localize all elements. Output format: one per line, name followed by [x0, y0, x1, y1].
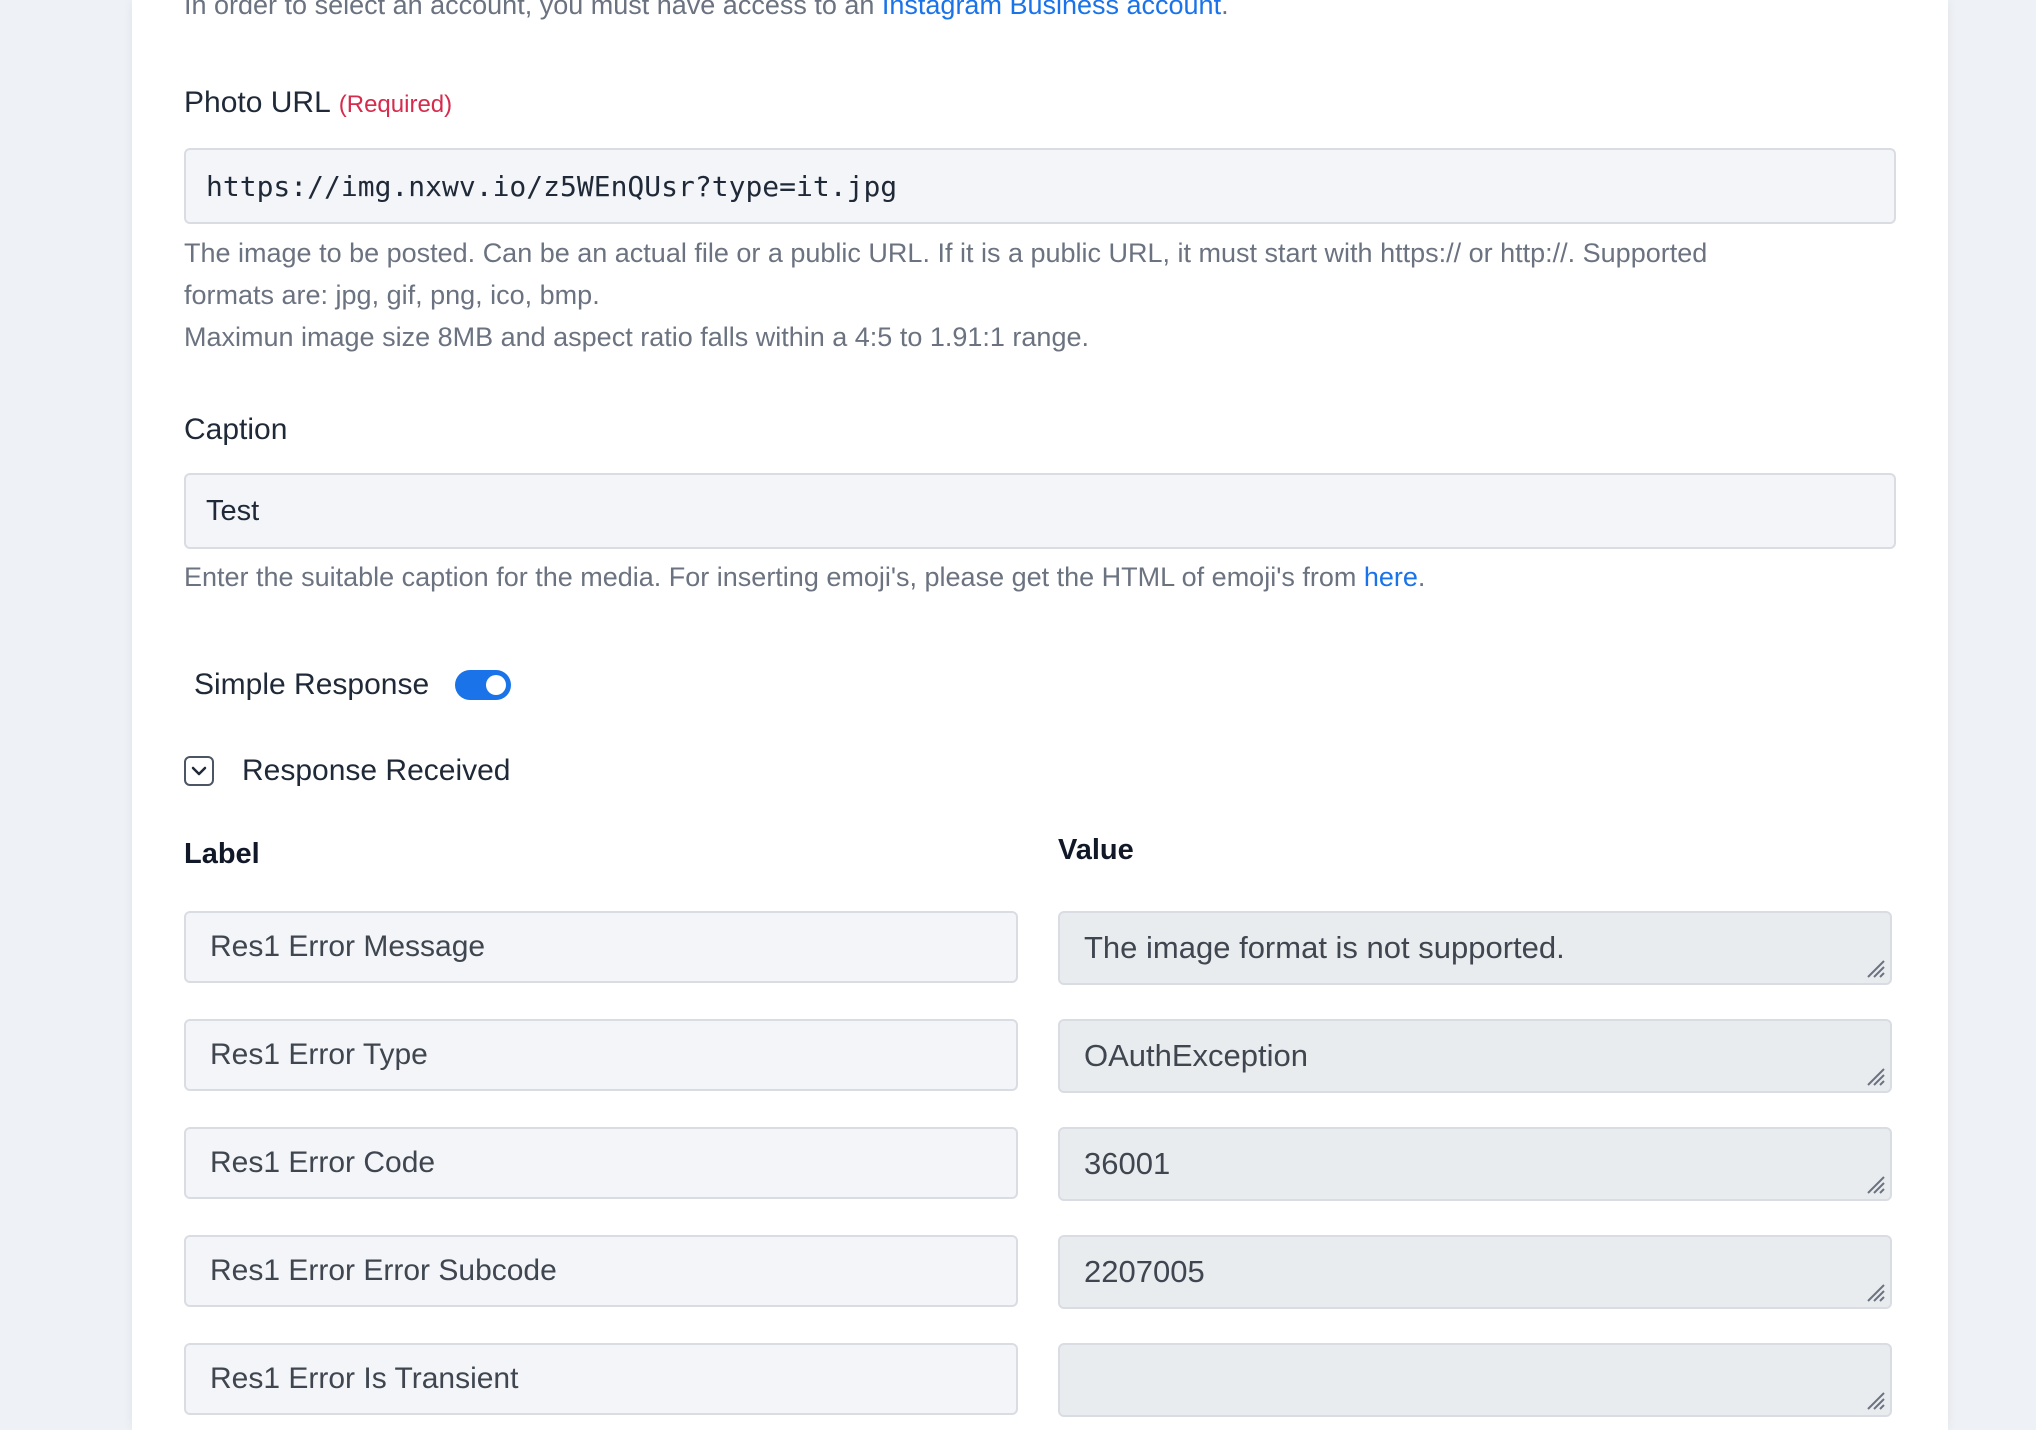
response-value-field[interactable]: OAuthException — [1058, 1019, 1892, 1093]
collapse-toggle-button[interactable] — [184, 756, 214, 786]
response-value-text: 36001 — [1084, 1146, 1171, 1181]
response-value-field[interactable]: 36001 — [1058, 1127, 1892, 1201]
caption-help: Enter the suitable caption for the media… — [184, 556, 1425, 598]
response-label-field[interactable]: Res1 Error Error Subcode — [184, 1235, 1018, 1307]
toggle-knob — [486, 675, 507, 695]
caption-help-text: Enter the suitable caption for the media… — [184, 562, 1364, 592]
caption-help-suffix: . — [1417, 562, 1426, 592]
response-received-row: Response Received — [184, 754, 511, 788]
response-label-text: Res1 Error Message — [210, 930, 486, 963]
photo-url-label-text: Photo URL — [184, 86, 331, 119]
instagram-business-account-link[interactable]: Instagram Business account — [882, 0, 1221, 20]
resize-handle-icon[interactable] — [1862, 1171, 1886, 1195]
response-label-text: Res1 Error Type — [210, 1038, 428, 1071]
response-label-field[interactable]: Res1 Error Message — [184, 911, 1018, 983]
response-label-text: Res1 Error Error Subcode — [210, 1254, 557, 1287]
response-label-text: Res1 Error Is Transient — [210, 1362, 519, 1395]
response-value-text: OAuthException — [1084, 1038, 1309, 1073]
simple-response-toggle[interactable] — [455, 670, 512, 700]
account-access-note-text: In order to select an account, you must … — [184, 0, 882, 20]
response-label-field[interactable]: Res1 Error Type — [184, 1019, 1018, 1091]
caption-input[interactable]: Test — [184, 473, 1896, 549]
response-label-text: Res1 Error Code — [210, 1146, 436, 1179]
response-value-field[interactable]: The image format is not supported. — [1058, 911, 1892, 985]
emoji-here-link[interactable]: here — [1364, 562, 1418, 592]
resize-handle-icon[interactable] — [1862, 1063, 1886, 1087]
account-access-note: In order to select an account, you must … — [184, 0, 1229, 21]
photo-url-help-line-1: The image to be posted. Can be an actual… — [184, 238, 1708, 268]
photo-url-help-line-3: Maximun image size 8MB and aspect ratio … — [184, 322, 1089, 352]
response-value-field[interactable] — [1058, 1343, 1892, 1417]
response-value-field[interactable]: 2207005 — [1058, 1235, 1892, 1309]
photo-url-help: The image to be posted. Can be an actual… — [184, 232, 1896, 358]
resize-handle-icon[interactable] — [1862, 1279, 1886, 1303]
photo-url-input[interactable]: https://img.nxwv.io/z5WEnQUsr?type=it.jp… — [184, 148, 1896, 224]
response-label-field[interactable]: Res1 Error Is Transient — [184, 1343, 1018, 1415]
resize-handle-icon[interactable] — [1862, 955, 1886, 979]
response-label-field[interactable]: Res1 Error Code — [184, 1127, 1018, 1199]
caption-value: Test — [206, 494, 260, 527]
response-value-text: The image format is not supported. — [1084, 930, 1565, 965]
chevron-down-icon — [191, 766, 207, 776]
required-badge: (Required) — [338, 91, 453, 118]
simple-response-row: Simple Response — [194, 668, 512, 702]
account-access-note-suffix: . — [1221, 0, 1229, 20]
response-value-text: 2207005 — [1084, 1254, 1205, 1289]
photo-url-value: https://img.nxwv.io/z5WEnQUsr?type=it.jp… — [206, 169, 898, 203]
photo-url-label: Photo URL (Required) — [184, 86, 452, 120]
caption-label: Caption — [184, 413, 288, 446]
resize-handle-icon[interactable] — [1862, 1387, 1886, 1411]
simple-response-label: Simple Response — [194, 668, 430, 701]
label-column-header: Label — [184, 838, 260, 870]
value-column-header: Value — [1058, 834, 1134, 866]
photo-url-help-line-2: formats are: jpg, gif, png, ico, bmp. — [184, 280, 600, 310]
form-card: In order to select an account, you must … — [132, 0, 1948, 1430]
response-received-label: Response Received — [242, 754, 511, 787]
